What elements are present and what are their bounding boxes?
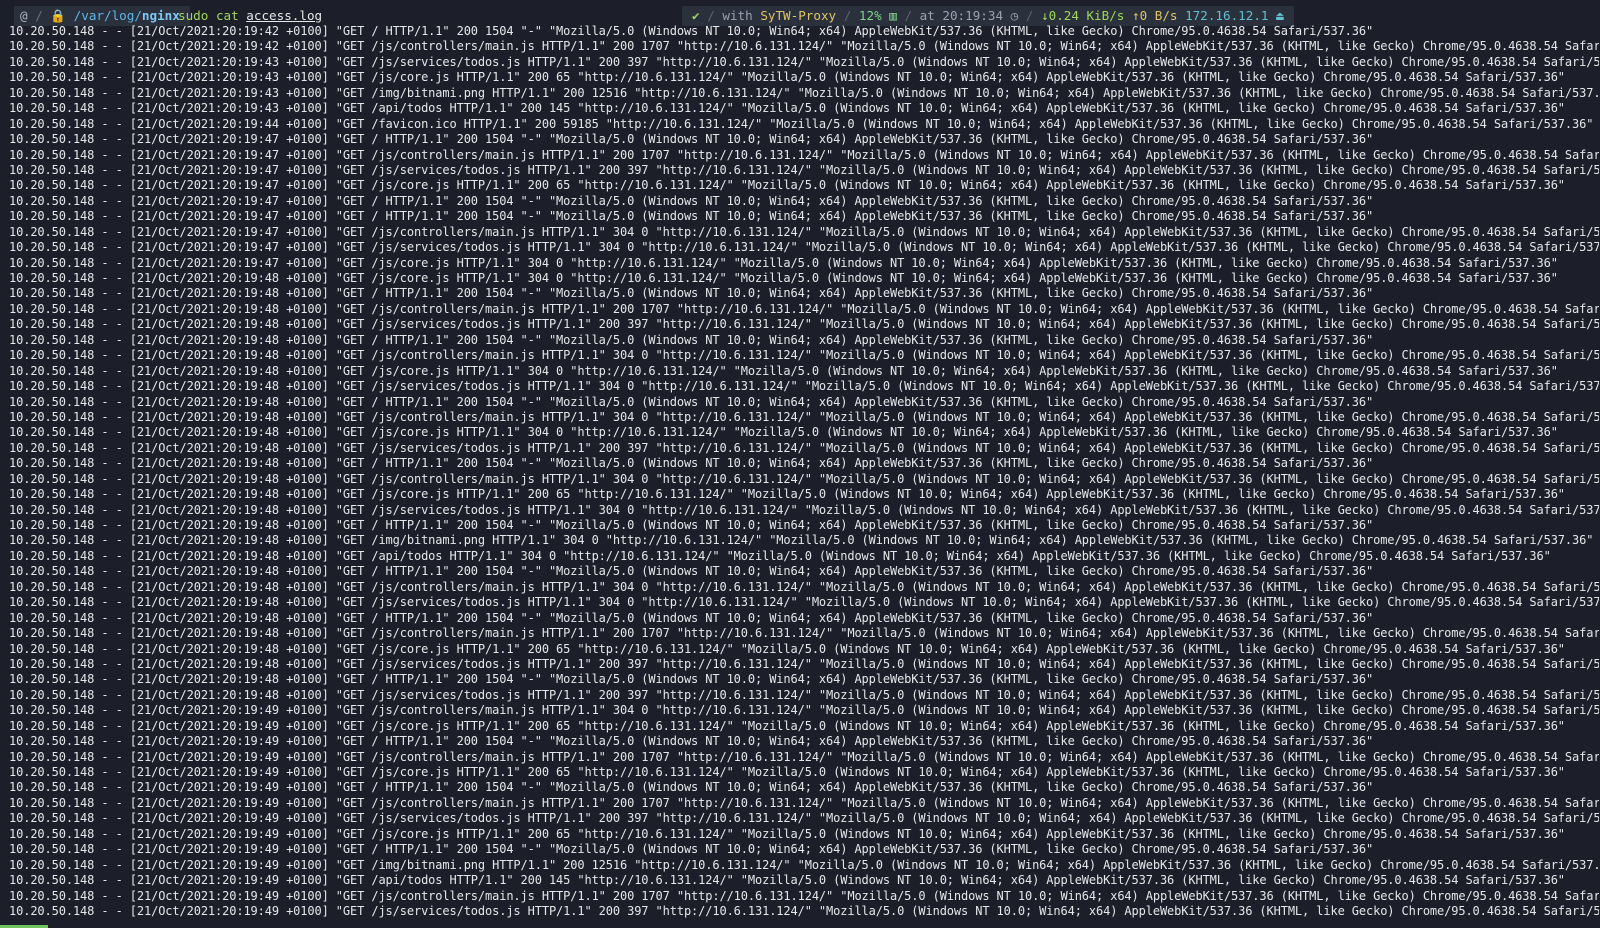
proxy-name: SyTW-Proxy [760,8,837,23]
log-line: 10.20.50.148 - - [21/Oct/2021:20:19:49 +… [9,857,1599,872]
log-line: 10.20.50.148 - - [21/Oct/2021:20:19:48 +… [9,626,1599,641]
log-line: 10.20.50.148 - - [21/Oct/2021:20:19:49 +… [9,888,1599,903]
log-line: 10.20.50.148 - - [21/Oct/2021:20:19:48 +… [9,595,1599,610]
log-line: 10.20.50.148 - - [21/Oct/2021:20:19:48 +… [9,641,1565,656]
log-line: 10.20.50.148 - - [21/Oct/2021:20:19:48 +… [9,687,1599,702]
log-line: 10.20.50.148 - - [21/Oct/2021:20:19:43 +… [9,70,1565,85]
log-line: 10.20.50.148 - - [21/Oct/2021:20:19:42 +… [9,24,1374,38]
log-line: 10.20.50.148 - - [21/Oct/2021:20:19:48 +… [9,518,1374,532]
log-line: 10.20.50.148 - - [21/Oct/2021:20:19:48 +… [9,394,1374,409]
log-line: 10.20.50.148 - - [21/Oct/2021:20:19:47 +… [9,255,1558,270]
log-line: 10.20.50.148 - - [21/Oct/2021:20:19:48 +… [9,317,1599,332]
log-line: 10.20.50.148 - - [21/Oct/2021:20:19:48 +… [9,487,1565,502]
battery-status: 12% ▥ [858,8,897,23]
log-line: 10.20.50.148 - - [21/Oct/2021:20:19:43 +… [9,101,1565,116]
log-line: 10.20.50.148 - - [21/Oct/2021:20:19:48 +… [9,564,1374,579]
log-line: 10.20.50.148 - - [21/Oct/2021:20:19:49 +… [9,842,1374,857]
log-line: 10.20.50.148 - - [21/Oct/2021:20:19:49 +… [9,780,1374,795]
log-line: 10.20.50.148 - - [21/Oct/2021:20:19:49 +… [9,903,1599,918]
clock-time: at 20:19:34 ◷ [919,8,1019,23]
network-upload-rate: ↑0 B/s [1131,8,1178,23]
log-line: 10.20.50.148 - - [21/Oct/2021:20:19:47 +… [9,209,1374,224]
log-line: 10.20.50.148 - - [21/Oct/2021:20:19:48 +… [9,379,1599,394]
log-line: 10.20.50.148 - - [21/Oct/2021:20:19:48 +… [9,348,1599,363]
log-line: 10.20.50.148 - - [21/Oct/2021:20:19:47 +… [9,162,1599,177]
prompt-path-segment: @ / 🔒 /var/log/nginx [14,6,190,26]
log-line: 10.20.50.148 - - [21/Oct/2021:20:19:47 +… [9,224,1599,239]
log-line: 10.20.50.148 - - [21/Oct/2021:20:19:48 +… [9,332,1374,347]
log-line: 10.20.50.148 - - [21/Oct/2021:20:19:43 +… [9,54,1599,69]
log-line: 10.20.50.148 - - [21/Oct/2021:20:19:49 +… [9,795,1599,810]
log-line: 10.20.50.148 - - [21/Oct/2021:20:19:44 +… [9,116,1594,131]
log-line: 10.20.50.148 - - [21/Oct/2021:20:19:47 +… [9,193,1374,208]
prompt-path-current-dir: nginx [141,8,180,23]
log-line: 10.20.50.148 - - [21/Oct/2021:20:19:48 +… [9,579,1599,594]
log-line: 10.20.50.148 - - [21/Oct/2021:20:19:48 +… [9,301,1599,316]
command-file-argument: access.log [246,8,323,23]
with-label: with [722,8,753,23]
status-separator: / [843,8,852,23]
log-line: 10.20.50.148 - - [21/Oct/2021:20:19:48 +… [9,548,1551,563]
log-line: 10.20.50.148 - - [21/Oct/2021:20:19:49 +… [9,873,1565,888]
log-line: 10.20.50.148 - - [21/Oct/2021:20:19:49 +… [9,826,1565,841]
status-separator: / [1025,8,1034,23]
status-separator: / [707,8,715,23]
log-line: 10.20.50.148 - - [21/Oct/2021:20:19:47 +… [9,132,1374,147]
lock-icon: 🔒 [50,8,67,23]
log-line: 10.20.50.148 - - [21/Oct/2021:20:19:48 +… [9,440,1599,455]
prompt-path-prefix: /var/log/ [73,8,142,23]
log-line: 10.20.50.148 - - [21/Oct/2021:20:19:49 +… [9,765,1565,779]
prompt-status-segment: ✔ / with SyTW-Proxy / 12% ▥ / at 20:19:3… [682,6,1294,26]
success-check-icon: ✔ [692,8,700,23]
log-line: 10.20.50.148 - - [21/Oct/2021:20:19:42 +… [9,39,1599,54]
log-line: 10.20.50.148 - - [21/Oct/2021:20:19:48 +… [9,533,1594,548]
command-sudo: sudo [178,8,209,23]
shell-prompt: @ / 🔒 /var/log/nginx sudo cat access.log… [0,6,1600,26]
ip-address: 172.16.12.1 ⏏ [1185,8,1284,23]
log-line: 10.20.50.148 - - [21/Oct/2021:20:19:43 +… [9,85,1599,100]
log-line: 10.20.50.148 - - [21/Oct/2021:20:19:49 +… [9,749,1599,764]
status-separator: / [904,8,913,23]
log-line: 10.20.50.148 - - [21/Oct/2021:20:19:49 +… [9,811,1599,826]
log-line: 10.20.50.148 - - [21/Oct/2021:20:19:47 +… [9,147,1599,162]
log-line: 10.20.50.148 - - [21/Oct/2021:20:19:48 +… [9,425,1558,440]
log-line: 10.20.50.148 - - [21/Oct/2021:20:19:48 +… [9,456,1374,471]
log-line: 10.20.50.148 - - [21/Oct/2021:20:19:48 +… [9,363,1558,378]
log-line: 10.20.50.148 - - [21/Oct/2021:20:19:48 +… [9,286,1374,301]
log-line: 10.20.50.148 - - [21/Oct/2021:20:19:48 +… [9,656,1599,671]
log-line: 10.20.50.148 - - [21/Oct/2021:20:19:47 +… [9,240,1599,255]
command-cat: cat [215,8,239,23]
log-line: 10.20.50.148 - - [21/Oct/2021:20:19:48 +… [9,271,1558,285]
log-line: 10.20.50.148 - - [21/Oct/2021:20:19:47 +… [9,178,1565,193]
command-line[interactable]: sudo cat access.log [178,6,322,26]
log-line: 10.20.50.148 - - [21/Oct/2021:20:19:48 +… [9,672,1374,687]
terminal-window[interactable]: @ / 🔒 /var/log/nginx sudo cat access.log… [0,0,1600,928]
log-line: 10.20.50.148 - - [21/Oct/2021:20:19:48 +… [9,502,1599,517]
log-line: 10.20.50.148 - - [21/Oct/2021:20:19:49 +… [9,718,1565,733]
log-line: 10.20.50.148 - - [21/Oct/2021:20:19:48 +… [9,471,1599,486]
log-line: 10.20.50.148 - - [21/Oct/2021:20:19:49 +… [9,734,1374,749]
network-download-rate: ↓0.24 KiB/s [1040,8,1125,23]
log-line: 10.20.50.148 - - [21/Oct/2021:20:19:48 +… [9,409,1599,424]
prompt-separator: / [35,8,43,23]
os-indicator-icon: @ [20,8,28,23]
log-line: 10.20.50.148 - - [21/Oct/2021:20:19:49 +… [9,703,1599,718]
access-log-output: 10.20.50.148 - - [21/Oct/2021:20:19:42 +… [9,24,1599,928]
log-line: 10.20.50.148 - - [21/Oct/2021:20:19:48 +… [9,610,1374,625]
